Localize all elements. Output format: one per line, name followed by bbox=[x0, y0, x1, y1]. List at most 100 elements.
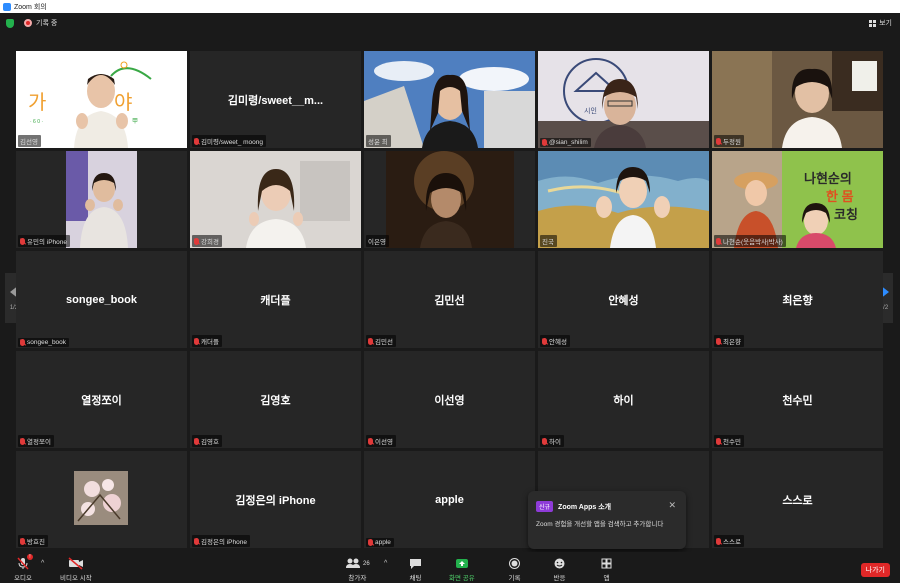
participant-tile[interactable]: 나현순의 한 몸 코칭 나현순(웃음박사|박사) bbox=[712, 151, 883, 248]
participant-tile[interactable]: apple apple bbox=[364, 451, 535, 548]
participant-tile-active-speaker[interactable]: 성윤 최 bbox=[364, 51, 535, 148]
meeting-toolbar: ! 오디오 ^ 비디오 시작 26 참가자 ^ 채팅 화면 공유 기록 반응 앱… bbox=[0, 552, 900, 583]
label-text: 김미령/sweet_ moong bbox=[201, 139, 264, 146]
mic-muted-icon bbox=[20, 339, 25, 346]
label-text: 유민의 iPhone bbox=[27, 239, 67, 246]
view-button[interactable]: 보기 bbox=[869, 18, 892, 28]
logo-text-2: 야 bbox=[114, 91, 132, 114]
logo-sub: · 6 0 · bbox=[30, 119, 43, 125]
zoom-apps-popup[interactable]: 신규 Zoom Apps 소개 ✕ Zoom 경험을 개선할 앱을 검색하고 추… bbox=[528, 491, 686, 549]
label-text: songee_book bbox=[27, 339, 67, 346]
label-text: 진국 bbox=[542, 239, 554, 246]
participant-display-name: 김미령/sweet__m... bbox=[227, 94, 324, 107]
participant-display-name: 스스로 bbox=[782, 494, 813, 507]
participant-tile[interactable]: 진국 bbox=[538, 151, 709, 248]
view-label: 보기 bbox=[879, 20, 892, 27]
recording-icon[interactable] bbox=[24, 19, 32, 27]
mic-muted-icon bbox=[194, 437, 199, 445]
meeting-topbar: 기록 중 보기 bbox=[0, 13, 900, 33]
participants-button[interactable]: 26 참가자 bbox=[345, 557, 370, 582]
zoom-logo-icon bbox=[3, 2, 11, 11]
mic-muted-icon bbox=[542, 437, 547, 445]
participant-tile[interactable]: 스스로 스스로 bbox=[712, 451, 883, 548]
share-screen-button[interactable]: 화면 공유 bbox=[449, 557, 475, 582]
shield-icon[interactable] bbox=[6, 18, 14, 28]
participant-video bbox=[386, 151, 514, 248]
participant-name-label: 두정원 bbox=[714, 135, 744, 147]
popup-title: Zoom Apps 소개 bbox=[558, 503, 612, 511]
close-icon[interactable]: ✕ bbox=[668, 500, 676, 511]
participant-name-label: 김영호 bbox=[192, 435, 222, 447]
start-video-button[interactable]: 비디오 시작 bbox=[60, 557, 92, 582]
leave-button[interactable]: 나가기 bbox=[860, 563, 890, 577]
label-text: 두정원 bbox=[723, 139, 741, 146]
participant-video: 시인 bbox=[538, 51, 709, 148]
share-label: 화면 공유 bbox=[449, 575, 475, 582]
participant-display-name: 하이 bbox=[613, 394, 634, 407]
participant-tile[interactable]: 천수민 천수민 bbox=[712, 351, 883, 448]
mic-muted-icon bbox=[368, 539, 373, 546]
audio-alert-badge: ! bbox=[26, 554, 33, 560]
participant-display-name: 이선영 bbox=[434, 394, 465, 407]
apps-button[interactable]: 앱 bbox=[600, 557, 613, 582]
label-text: 천수민 bbox=[723, 439, 741, 446]
participant-tile[interactable]: 김민선 김민선 bbox=[364, 251, 535, 348]
participant-name-label: 최은향 bbox=[714, 335, 744, 347]
mic-muted-icon bbox=[716, 137, 721, 145]
participant-name-label: 안혜성 bbox=[540, 335, 570, 347]
label-text: 나현순(웃음박사|박사) bbox=[723, 239, 783, 246]
record-icon bbox=[508, 557, 521, 570]
participant-tile[interactable]: 시인 @sian_shilim bbox=[538, 51, 709, 148]
participant-display-name: 김영호 bbox=[260, 394, 291, 407]
participant-tile[interactable]: 유민의 iPhone bbox=[16, 151, 187, 248]
participant-tile[interactable]: 두정원 bbox=[712, 51, 883, 148]
label-text: 캐더플 bbox=[201, 339, 219, 346]
participant-tile[interactable]: 캐더플 캐더플 bbox=[190, 251, 361, 348]
participant-display-name: apple bbox=[435, 493, 464, 506]
participant-tile[interactable]: 방효진 bbox=[16, 451, 187, 548]
label-text: 스스로 bbox=[723, 539, 741, 546]
participant-name-label: 김미령/sweet_ moong bbox=[192, 135, 267, 147]
participant-tile[interactable]: 가 야 · 6 0 · 甲 김선영 bbox=[16, 51, 187, 148]
mic-muted-icon bbox=[368, 337, 373, 345]
participant-tile[interactable]: 열정쪼이 열정쪼이 bbox=[16, 351, 187, 448]
label-text: 이은영 bbox=[368, 239, 386, 246]
participant-name-label: 캐더플 bbox=[192, 335, 222, 347]
participant-name-label: 천수민 bbox=[714, 435, 744, 447]
chat-button[interactable]: 채팅 bbox=[409, 557, 422, 582]
audio-button[interactable]: ! 오디오 bbox=[14, 554, 33, 582]
participant-tile[interactable]: 김정은의 iPhone 김정은의 iPhone bbox=[190, 451, 361, 548]
participant-tile[interactable]: songee_book songee_book bbox=[16, 251, 187, 348]
participant-tile[interactable]: 김미령/sweet__m... 김미령/sweet_ moong bbox=[190, 51, 361, 148]
participant-tile[interactable]: 강희경 bbox=[190, 151, 361, 248]
participant-name-label: 강희경 bbox=[192, 235, 222, 247]
label-text: 강희경 bbox=[201, 239, 219, 246]
participant-avatar-photo bbox=[74, 471, 128, 525]
label-text: 방효진 bbox=[27, 539, 45, 546]
participant-name-label: 스스로 bbox=[714, 535, 744, 547]
label-text: 김선영 bbox=[20, 139, 38, 146]
participant-tile[interactable]: 안혜성 안혜성 bbox=[538, 251, 709, 348]
participants-options-chevron-icon[interactable]: ^ bbox=[384, 560, 387, 567]
video-off-icon bbox=[68, 557, 84, 570]
mic-muted-icon bbox=[194, 137, 199, 145]
participant-tile[interactable]: 이선영 이선영 bbox=[364, 351, 535, 448]
label-text: 김민선 bbox=[375, 339, 393, 346]
label-text: 성윤 최 bbox=[368, 139, 388, 146]
banner-text-3: 코칭 bbox=[834, 207, 858, 222]
share-screen-icon bbox=[455, 557, 469, 570]
record-button[interactable]: 기록 bbox=[508, 557, 521, 582]
popup-header: 신규 Zoom Apps 소개 bbox=[536, 501, 678, 512]
participants-label: 참가자 bbox=[348, 575, 367, 582]
video-grid: 가 야 · 6 0 · 甲 김선영 김미령/sweet__m... 김미령/sw… bbox=[16, 51, 886, 549]
popup-body: Zoom 경험을 개선할 앱을 검색하고 추가합니다 bbox=[536, 521, 664, 528]
reactions-button[interactable]: 반응 bbox=[553, 557, 566, 582]
participant-tile[interactable]: 최은향 최은향 bbox=[712, 251, 883, 348]
participant-display-name: 천수민 bbox=[782, 394, 813, 407]
participant-tile[interactable]: 김영호 김영호 bbox=[190, 351, 361, 448]
participant-tile[interactable]: 하이 하이 bbox=[538, 351, 709, 448]
audio-options-chevron-icon[interactable]: ^ bbox=[41, 560, 44, 567]
mic-muted-icon bbox=[716, 537, 721, 545]
participant-tile[interactable]: 이은영 bbox=[364, 151, 535, 248]
new-badge: 신규 bbox=[536, 501, 554, 512]
